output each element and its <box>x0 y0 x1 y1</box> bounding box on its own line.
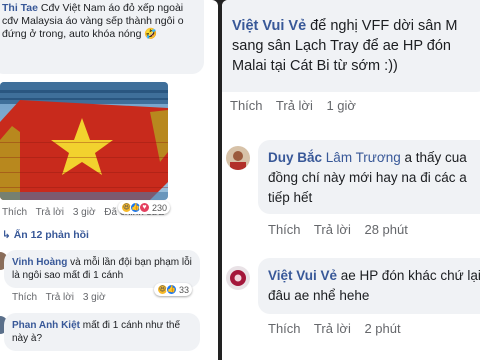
reply-body: Việt Vui Vẻ ae HP đón khác chứ lại đâu a… <box>268 266 480 306</box>
timestamp[interactable]: 2 phút <box>364 321 400 336</box>
right-comment-thread: Việt Vui Vẻ để nghị VFF dời sân M sang s… <box>222 0 480 360</box>
reply-link[interactable]: Trả lời <box>314 222 351 237</box>
like-link[interactable]: Thích <box>12 292 37 303</box>
reply-bubble: Phan Anh Kiệt mất đi 1 cánh như thế này … <box>4 313 200 351</box>
commenter-name[interactable]: Việt Vui Vẻ <box>268 268 337 283</box>
commenter-name[interactable]: Duy Bắc <box>268 150 322 165</box>
stadium-flag-image <box>0 82 168 200</box>
timestamp[interactable]: 3 giờ <box>83 292 106 303</box>
reaction-count: 230 <box>152 202 168 213</box>
reaction-count: 33 <box>179 284 190 295</box>
comment-body: Thi Tae Cđv Việt Nam áo đỏ xếp ngoài cđv… <box>2 2 202 41</box>
commenter-name[interactable]: Việt Vui Vẻ <box>232 18 306 34</box>
reaction-summary[interactable]: 😆 👍 33 <box>154 283 193 296</box>
commenter-name[interactable]: Vinh Hoàng <box>12 257 67 268</box>
comment-body: Việt Vui Vẻ để nghị VFF dời sân M sang s… <box>232 16 480 76</box>
reply-actions: Thích Trả lời 28 phút <box>268 222 418 237</box>
commenter-name[interactable]: Thi Tae <box>2 2 38 14</box>
like-link[interactable]: Thích <box>268 321 301 336</box>
like-icon: 👍 <box>166 284 177 295</box>
love-icon: ♥ <box>139 202 150 213</box>
reply-body: Vinh Hoàng và mỗi lần đội bạn phạm lỗi l… <box>12 256 198 282</box>
avatar[interactable] <box>226 266 250 290</box>
comment-bubble: Thi Tae Cđv Việt Nam áo đỏ xếp ngoài cđv… <box>0 0 204 74</box>
reply-arrow-icon: ↳ <box>2 229 14 241</box>
like-link[interactable]: Thích <box>230 98 263 113</box>
comment-actions: Thích Trả lời 1 giờ <box>230 98 366 113</box>
timestamp[interactable]: 1 giờ <box>326 98 356 113</box>
reply-link[interactable]: Trả lời <box>314 321 351 336</box>
reply-link[interactable]: Trả lời <box>46 292 74 303</box>
reply-actions: Thích Trả lời 3 giờ <box>12 292 112 303</box>
reply-link[interactable]: Trả lời <box>36 207 64 218</box>
timestamp[interactable]: 28 phút <box>364 222 407 237</box>
left-comment-thread: Thi Tae Cđv Việt Nam áo đỏ xếp ngoài cđv… <box>0 0 218 360</box>
hide-replies-link[interactable]: ↳ Ẩn 12 phản hồi <box>2 229 89 241</box>
reply-body: Duy Bắc Lâm Trương a thấy cua đồng chí n… <box>268 148 480 208</box>
reply-actions: Thích Trả lời 2 phút <box>268 321 411 336</box>
timestamp[interactable]: 3 giờ <box>73 207 96 218</box>
reply-bubble: Duy Bắc Lâm Trương a thấy cua đồng chí n… <box>258 140 480 214</box>
reply-bubble: Việt Vui Vẻ ae HP đón khác chứ lại đâu a… <box>258 258 480 314</box>
hide-replies-label: Ẩn 12 phản hồi <box>13 229 89 241</box>
reply-body: Phan Anh Kiệt mất đi 1 cánh như thế này … <box>12 319 198 345</box>
like-link[interactable]: Thích <box>2 207 27 218</box>
like-link[interactable]: Thích <box>268 222 301 237</box>
commenter-name[interactable]: Phan Anh Kiệt <box>12 320 80 331</box>
comment-bubble: Việt Vui Vẻ để nghị VFF dời sân M sang s… <box>222 0 480 92</box>
mention-tag[interactable]: Lâm Trương <box>326 150 401 165</box>
reaction-summary[interactable]: 😆 👍 ♥ 230 <box>118 201 171 214</box>
reply-link[interactable]: Trả lời <box>276 98 313 113</box>
comment-photo[interactable] <box>0 82 168 200</box>
avatar-image <box>226 266 250 290</box>
avatar[interactable] <box>226 146 250 170</box>
avatar-image <box>226 146 250 170</box>
